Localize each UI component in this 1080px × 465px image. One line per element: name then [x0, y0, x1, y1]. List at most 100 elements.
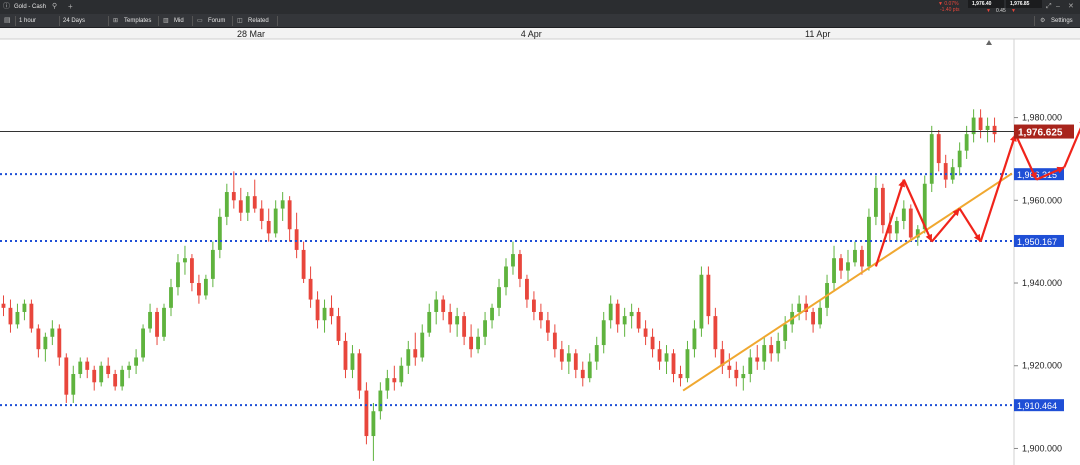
candle-body — [336, 316, 341, 341]
candle-body — [385, 378, 390, 391]
mid-icon: ▥ — [163, 18, 169, 24]
candle-body — [224, 192, 229, 217]
new-tab-button[interactable]: + — [68, 0, 73, 14]
templates-button[interactable]: Templates — [124, 14, 151, 28]
candle-body — [392, 378, 397, 383]
candle-body — [155, 311, 159, 337]
candle-body — [685, 349, 690, 379]
ask-box[interactable]: 1,976.85 — [1006, 0, 1042, 8]
candle-body — [162, 307, 166, 337]
settings-button[interactable]: Settings — [1051, 14, 1073, 28]
candle-body — [266, 220, 271, 234]
level-label: 1,910.464 — [1017, 401, 1057, 411]
date-axis-tick-label: 4 Apr — [521, 29, 542, 39]
candle-body — [448, 311, 453, 325]
candle-body — [141, 328, 145, 358]
templates-icon: ⊞ — [113, 18, 119, 24]
candle-body — [992, 125, 997, 135]
separator — [192, 16, 193, 26]
candle-body — [357, 353, 362, 391]
separator — [108, 16, 109, 26]
candle-body — [231, 192, 236, 201]
candle-body — [601, 320, 606, 346]
candle-body — [664, 353, 669, 362]
candle-body — [8, 307, 13, 325]
candle-body — [594, 345, 599, 362]
candle-body — [978, 117, 983, 130]
separator — [1034, 16, 1035, 26]
title-bar: ⓘ Gold - Cash ⚲ + ▼ 0.07% -1.40 pts 1,97… — [0, 0, 1080, 14]
change-points: -1.40 pts — [940, 7, 960, 13]
candle-body — [769, 345, 774, 354]
mid-button[interactable]: Mid — [174, 14, 184, 28]
toolbar: ▤ 1 hour 24 Days ⊞ Templates ▥ Mid ▭ For… — [0, 14, 1080, 28]
candle-body — [943, 163, 948, 180]
price-axis-tick-label: 1,960.000 — [1022, 195, 1062, 205]
expand-icon[interactable]: ⤢ — [1046, 0, 1052, 14]
candle-body — [434, 299, 439, 312]
candle-body — [776, 340, 781, 354]
search-icon[interactable]: ⚲ — [52, 0, 57, 14]
minimize-icon[interactable]: – — [1056, 0, 1060, 14]
candle-body — [22, 303, 27, 312]
candle-body — [650, 336, 655, 350]
candle-body — [908, 208, 913, 238]
candle-body — [873, 187, 878, 217]
candle-body — [762, 345, 767, 362]
candle-body — [43, 336, 48, 350]
candle-body — [580, 369, 585, 379]
candle-body — [120, 369, 125, 387]
candle-body — [936, 134, 941, 164]
candle-body — [196, 283, 201, 296]
candle-body — [929, 134, 934, 184]
candle-body — [657, 349, 662, 362]
candle-body — [329, 307, 334, 317]
layout-icon[interactable]: ▤ — [4, 14, 11, 28]
candle-body — [287, 200, 292, 230]
candle-body — [176, 262, 180, 288]
close-icon[interactable]: ✕ — [1068, 0, 1074, 14]
candle-body — [420, 332, 425, 358]
candle-body — [490, 307, 494, 321]
candle-body — [643, 328, 648, 337]
candle-body — [364, 390, 369, 437]
range-select[interactable]: 24 Days — [63, 14, 85, 28]
price-chart[interactable]: 28 Mar 4 Apr 11 Apr 1,980.000 1,960.000 1,94… — [0, 28, 1080, 465]
ask-price: 1,976.85 — [1010, 1, 1030, 7]
bid-box[interactable]: 1,976.40 — [968, 0, 1004, 8]
candle-body — [280, 200, 285, 209]
candle-body — [301, 249, 306, 279]
candle-body — [957, 150, 962, 168]
candle-body — [92, 369, 97, 383]
candle-body — [476, 336, 481, 350]
candle-body — [985, 125, 990, 130]
candle-body — [127, 365, 132, 370]
candle-body — [113, 374, 118, 387]
candle-body — [427, 311, 432, 333]
chart-tab-title[interactable]: Gold - Cash — [14, 0, 46, 14]
related-button[interactable]: Related — [248, 14, 269, 28]
candle-body — [469, 336, 474, 350]
candle-body — [413, 349, 418, 358]
candle-body — [846, 262, 850, 271]
price-axis-tick-label: 1,900.000 — [1022, 443, 1062, 453]
current-price-label: 1,976.625 — [1018, 128, 1063, 139]
candle-body — [350, 353, 355, 370]
candle-body — [64, 357, 69, 395]
candle-body — [294, 229, 299, 250]
candle-body — [50, 328, 55, 337]
candle-body — [483, 320, 487, 337]
candle-body — [259, 208, 264, 221]
bid-price: 1,976.40 — [972, 1, 992, 7]
candle-body — [217, 216, 222, 250]
candle-body — [713, 316, 718, 350]
candle-body — [860, 249, 864, 267]
candle-body — [832, 258, 836, 284]
forum-button[interactable]: Forum — [208, 14, 225, 28]
forum-icon: ▭ — [197, 18, 203, 24]
info-icon[interactable]: ⓘ — [3, 0, 10, 14]
candle-body — [71, 374, 76, 395]
candle-body — [378, 390, 383, 412]
interval-select[interactable]: 1 hour — [19, 14, 36, 28]
candle-body — [734, 369, 739, 379]
